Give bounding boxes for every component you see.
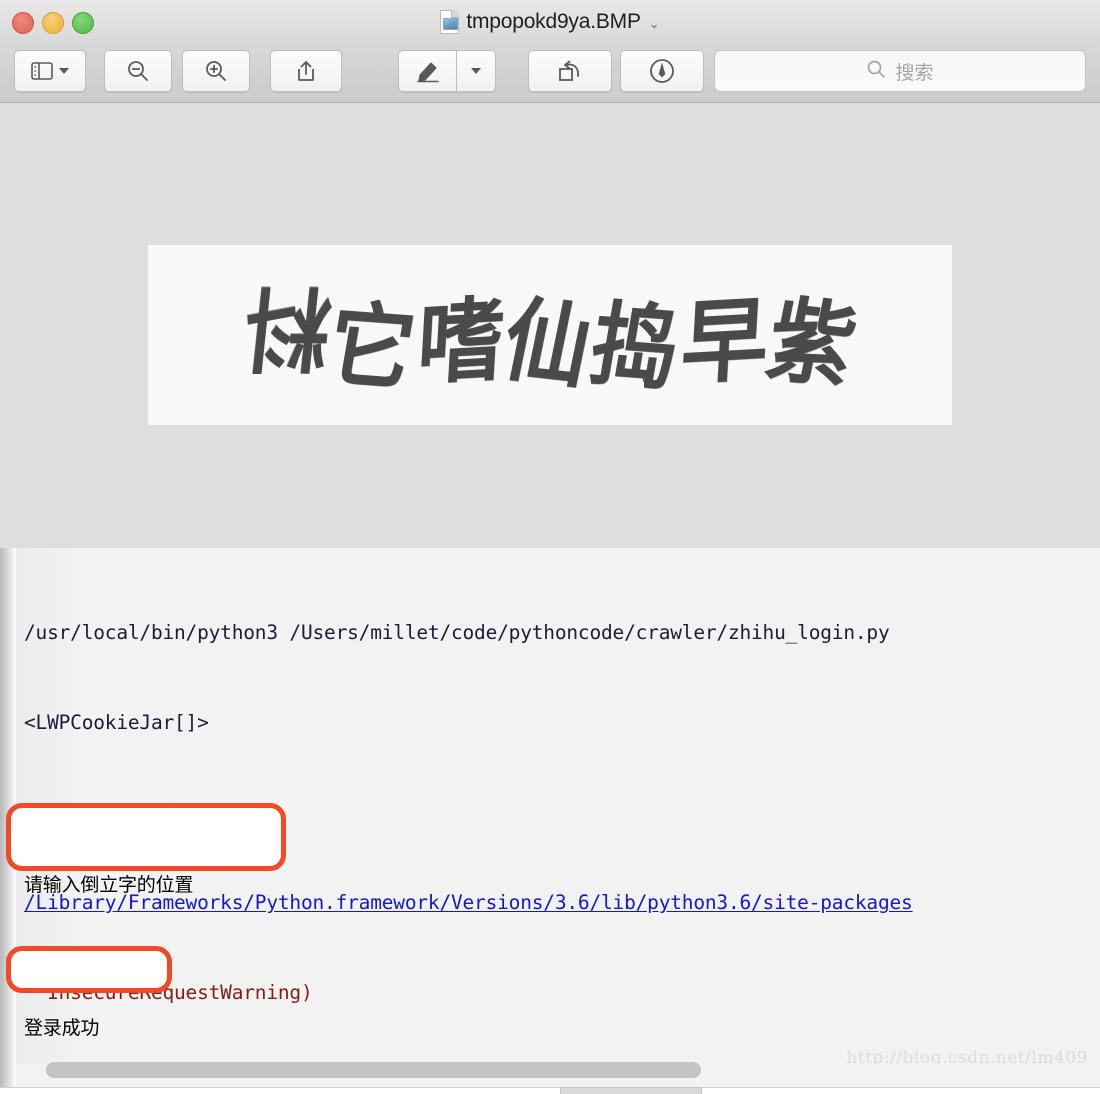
preview-toolbar: 搜索 bbox=[0, 44, 1100, 103]
rotate-icon bbox=[557, 59, 583, 83]
captcha-prompt-text: 请输入倒立字的位置 bbox=[24, 874, 194, 896]
captcha-image: 料它嗜仙捣早紫 bbox=[148, 245, 952, 425]
horizontal-scrollbar-thumb[interactable] bbox=[46, 1062, 701, 1078]
captcha-char-7: 紫 bbox=[758, 285, 867, 402]
magnifier-plus-icon bbox=[204, 59, 228, 83]
horizontal-scrollbar-track[interactable] bbox=[16, 1062, 1084, 1088]
chevron-down-icon bbox=[471, 68, 481, 74]
share-button[interactable] bbox=[270, 50, 342, 92]
console-line: <LWPCookieJar[]> bbox=[24, 711, 209, 734]
zoom-out-button[interactable] bbox=[104, 50, 172, 92]
captcha-characters: 料它嗜仙捣早紫 bbox=[235, 269, 866, 403]
sidebar-icon bbox=[31, 62, 53, 80]
chevron-down-icon bbox=[59, 68, 69, 74]
document-file-icon bbox=[440, 10, 460, 34]
search-field[interactable]: 搜索 bbox=[714, 50, 1086, 92]
annotate-button[interactable] bbox=[620, 50, 704, 92]
markup-pen-icon bbox=[415, 59, 441, 83]
close-window-button[interactable] bbox=[12, 12, 34, 34]
magnifier-minus-icon bbox=[126, 59, 150, 83]
search-icon bbox=[866, 59, 886, 84]
image-canvas[interactable]: 料它嗜仙捣早紫 bbox=[0, 103, 1100, 548]
window-title-group: tmpopokd9ya.BMP ⌄ bbox=[0, 0, 1100, 44]
search-placeholder: 搜索 bbox=[895, 62, 934, 84]
share-icon bbox=[295, 59, 317, 83]
annotate-pen-circle-icon bbox=[649, 58, 675, 84]
preview-window: tmpopokd9ya.BMP ⌄ 搜索 料它嗜仙捣早紫 bbox=[0, 0, 1100, 548]
console-pane: /usr/local/bin/python3 /Users/millet/cod… bbox=[0, 548, 1100, 1094]
zoom-in-button[interactable] bbox=[182, 50, 250, 92]
captcha-char-2: 它 bbox=[319, 289, 425, 404]
window-titlebar[interactable]: tmpopokd9ya.BMP ⌄ bbox=[0, 0, 1100, 44]
minimize-window-button[interactable] bbox=[42, 12, 64, 34]
markup-button[interactable] bbox=[398, 50, 456, 92]
sidebar-view-button[interactable] bbox=[14, 50, 86, 92]
console-bottom-edge bbox=[0, 1087, 1100, 1094]
bottom-status-tab[interactable] bbox=[560, 1087, 702, 1094]
window-title: tmpopokd9ya.BMP bbox=[466, 10, 641, 33]
console-line: /usr/local/bin/python3 /Users/millet/cod… bbox=[24, 621, 890, 644]
login-success-text: 登录成功 bbox=[24, 1017, 100, 1039]
markup-dropdown-button[interactable] bbox=[456, 50, 496, 92]
rotate-button[interactable] bbox=[528, 50, 612, 92]
title-chevron-down-icon[interactable]: ⌄ bbox=[649, 16, 660, 32]
maximize-window-button[interactable] bbox=[72, 12, 94, 34]
traffic-light-group bbox=[12, 12, 94, 34]
